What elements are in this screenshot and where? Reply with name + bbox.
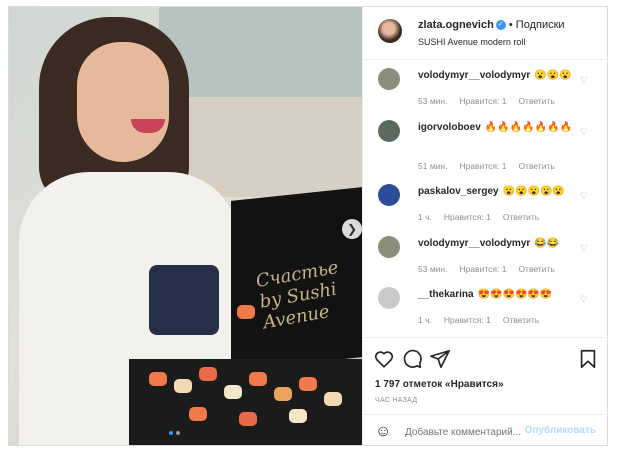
comment-text: igorvoloboev 🔥🔥🔥🔥🔥🔥🔥 (418, 121, 578, 134)
follow-button[interactable]: Подписки (516, 19, 565, 31)
photo-wall (159, 7, 362, 97)
reply-button[interactable]: Ответить (518, 96, 554, 106)
post-actions: 1 797 отметок «Нравится» ЧАС НАЗАД ☺ Опу… (363, 337, 608, 446)
comment-text: __thekarina 😍😍😍😍😍😍 (418, 288, 578, 301)
reply-button[interactable]: Ответить (518, 161, 554, 171)
comment-text: volodymyr__volodymyr 😂😂 (418, 237, 578, 250)
post-header: zlata.ognevich ✓ • Подписки SUSHI Avenue … (363, 7, 608, 60)
smile-icon[interactable]: ☺ (375, 423, 391, 441)
comment-likes[interactable]: Нравится: 1 (444, 315, 491, 325)
comment-username[interactable]: volodymyr__volodymyr (418, 238, 530, 249)
comment-item: __thekarina 😍😍😍😍😍😍 1 ч. Нравится: 1 Ответит… (363, 286, 608, 338)
author-avatar[interactable] (378, 19, 402, 43)
publish-button[interactable]: Опубликовать (525, 425, 596, 436)
verified-badge-icon: ✓ (495, 20, 506, 31)
comment-meta: 53 мин. Нравится: 1 Ответить (418, 96, 567, 106)
author-line: zlata.ognevich ✓ • Подписки (418, 19, 565, 31)
reply-button[interactable]: Ответить (518, 264, 554, 274)
comment-likes[interactable]: Нравится: 1 (459, 161, 506, 171)
sushi-roll (189, 407, 207, 421)
comment-time: 53 мин. (418, 264, 448, 274)
comment-item: volodymyr__volodymyr 😂😂 53 мин. Нравится: … (363, 235, 608, 287)
comment-time: 1 ч. (418, 315, 432, 325)
photo-face (77, 42, 169, 162)
comment-likes[interactable]: Нравится: 1 (444, 212, 491, 222)
comment-text: volodymyr__volodymyr 😮😮😮 (418, 69, 578, 82)
post-frame: Счастье by Sushi Avenue ❯ zlata.ognevich… (8, 6, 608, 446)
avatar[interactable] (378, 184, 400, 206)
sushi-roll (324, 392, 342, 406)
comment-body: 😍😍😍😍😍😍 (477, 289, 553, 300)
comment-meta: 1 ч. Нравится: 1 Ответить (418, 212, 551, 222)
comment-time: 51 мин. (418, 161, 448, 171)
heart-icon[interactable] (373, 348, 395, 370)
sushi-roll (149, 372, 167, 386)
comment-meta: 51 мин. Нравится: 1 Ответить (418, 161, 567, 171)
comment-time: 53 мин. (418, 96, 448, 106)
bookmark-icon[interactable] (577, 348, 599, 370)
comment-icon[interactable] (401, 348, 423, 370)
heart-icon[interactable]: ♡ (580, 191, 588, 202)
comment-meta: 1 ч. Нравится: 1 Ответить (418, 315, 551, 325)
add-comment-bar: ☺ Опубликовать (363, 414, 608, 447)
avatar[interactable] (378, 236, 400, 258)
avatar[interactable] (378, 287, 400, 309)
sushi-roll (274, 387, 292, 401)
sushi-roll (174, 379, 192, 393)
comment-username[interactable]: paskalov_sergey (418, 186, 499, 197)
heart-icon[interactable]: ♡ (580, 127, 588, 138)
reply-button[interactable]: Ответить (503, 315, 539, 325)
comment-username[interactable]: volodymyr__volodymyr (418, 70, 530, 81)
sushi-roll (199, 367, 217, 381)
comment-body: 😮😮😮 (534, 70, 572, 81)
heart-icon[interactable]: ♡ (580, 75, 588, 86)
comment-item: paskalov_sergey 😮😮😮😮😮 1 ч. Нравится: 1 Отве… (363, 183, 608, 235)
sushi-roll (249, 372, 267, 386)
photo-corset (149, 265, 219, 335)
comment-body: 😮😮😮😮😮 (502, 186, 565, 197)
chevron-right-icon[interactable]: ❯ (342, 219, 362, 239)
carousel-dots (169, 431, 180, 435)
author-username[interactable]: zlata.ognevich (418, 19, 494, 31)
sushi-roll (299, 377, 317, 391)
likes-count[interactable]: 1 797 отметок «Нравится» (375, 379, 504, 390)
sushi-roll (224, 385, 242, 399)
sushi-roll (289, 409, 307, 423)
reply-button[interactable]: Ответить (503, 212, 539, 222)
post-photo[interactable]: Счастье by Sushi Avenue ❯ (9, 7, 362, 445)
comment-likes[interactable]: Нравится: 1 (459, 96, 506, 106)
heart-icon[interactable]: ♡ (580, 243, 588, 254)
carousel-dot (176, 431, 180, 435)
post-caption: SUSHI Avenue modern roll (418, 37, 526, 47)
heart-icon[interactable]: ♡ (580, 294, 588, 305)
post-sidebar: zlata.ognevich ✓ • Подписки SUSHI Avenue … (362, 7, 608, 445)
comment-item: volodymyr__volodymyr 😮😮😮 53 мин. Нравится:… (363, 67, 608, 119)
comment-body: 🔥🔥🔥🔥🔥🔥🔥 (484, 122, 572, 133)
comment-item: igorvoloboev 🔥🔥🔥🔥🔥🔥🔥 51 мин. Нравится: 1 От… (363, 119, 608, 171)
comment-username[interactable]: __thekarina (418, 289, 474, 300)
sushi-roll (237, 305, 255, 319)
share-icon[interactable] (429, 348, 451, 370)
post-time: ЧАС НАЗАД (375, 397, 418, 404)
comment-username[interactable]: igorvoloboev (418, 122, 481, 133)
avatar[interactable] (378, 68, 400, 90)
comment-body: 😂😂 (534, 238, 560, 249)
comment-meta: 53 мин. Нравится: 1 Ответить (418, 264, 567, 274)
follow-separator: • (508, 19, 516, 31)
avatar[interactable] (378, 120, 400, 142)
carousel-dot (169, 431, 173, 435)
comment-text: paskalov_sergey 😮😮😮😮😮 (418, 185, 578, 198)
sushi-roll (239, 412, 257, 426)
comment-likes[interactable]: Нравится: 1 (459, 264, 506, 274)
comment-time: 1 ч. (418, 212, 432, 222)
